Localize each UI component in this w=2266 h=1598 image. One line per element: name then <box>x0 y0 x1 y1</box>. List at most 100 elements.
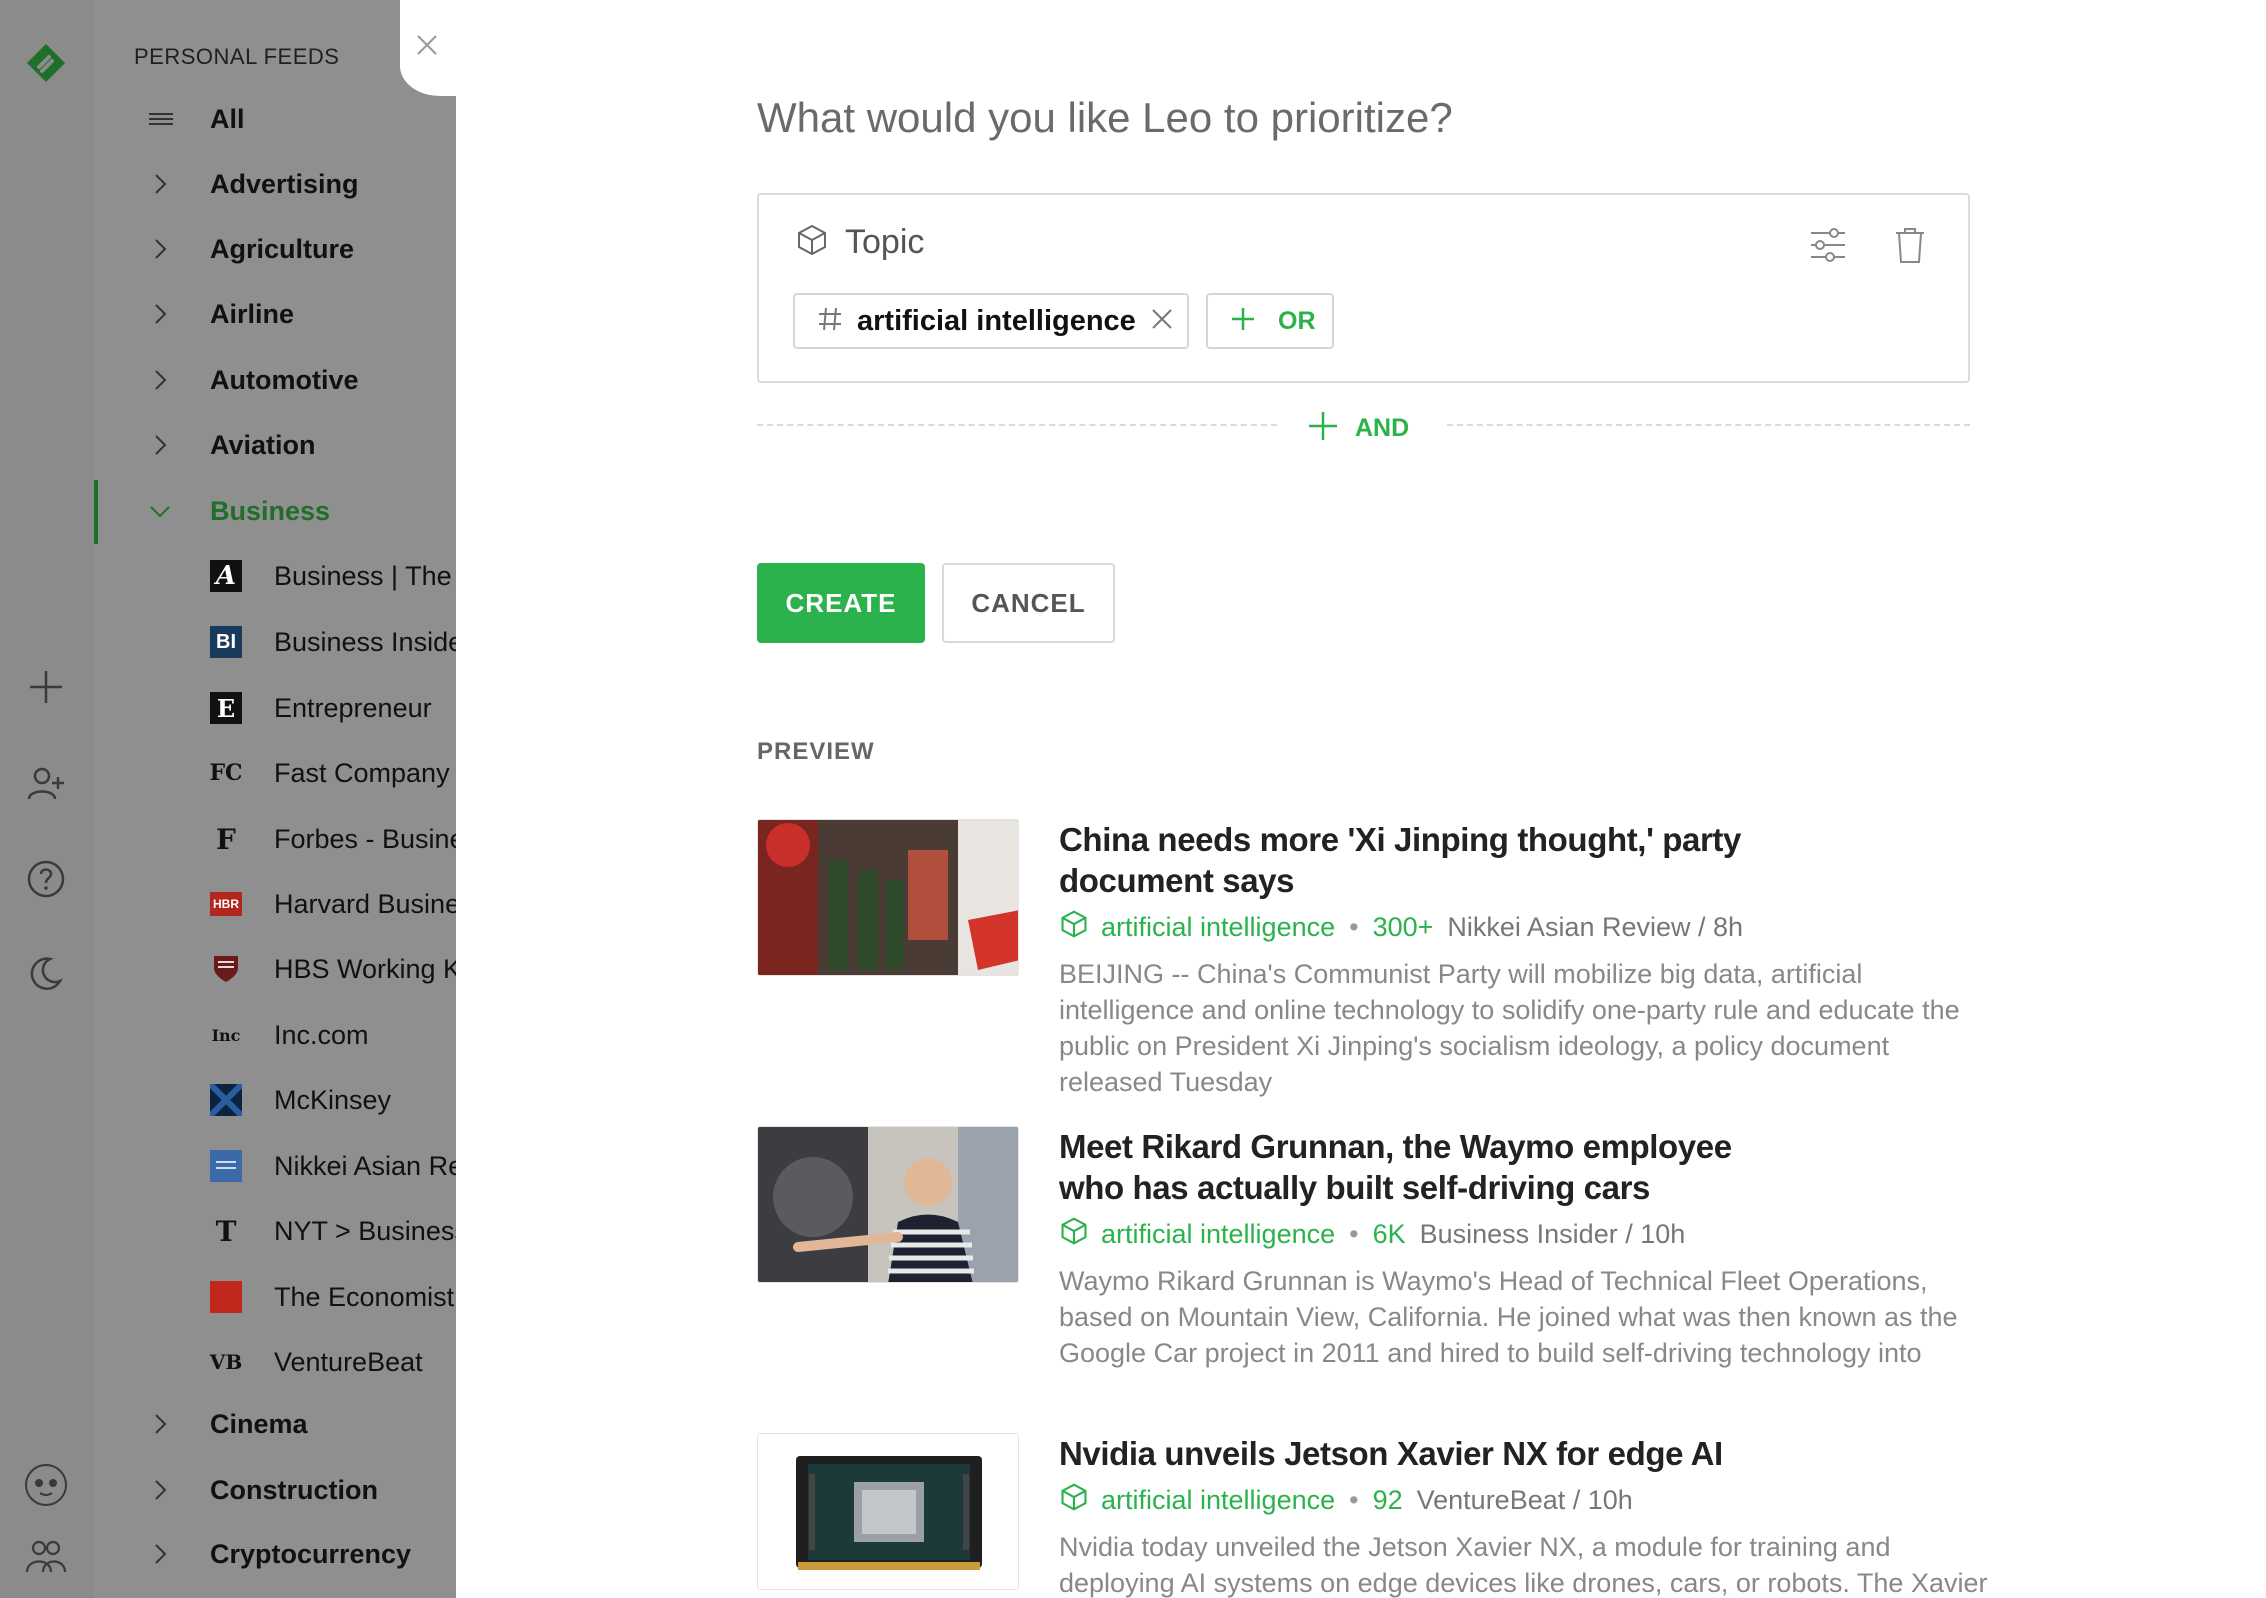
sidebar-item-advertising[interactable]: Advertising <box>94 159 456 209</box>
economist-logo-icon <box>210 1281 242 1313</box>
nikkei-logo-icon <box>210 1150 242 1182</box>
article-summary: Nvidia today unveiled the Jetson Xavier … <box>1059 1532 1988 1598</box>
and-label: AND <box>1355 414 1410 442</box>
moon-icon[interactable] <box>23 950 69 996</box>
sidebar-item-label: Automotive <box>210 364 359 395</box>
sidebar-item-agriculture[interactable]: Agriculture <box>94 224 456 274</box>
feedly-logo-icon[interactable] <box>23 40 69 86</box>
cube-icon <box>1059 909 1089 946</box>
sidebar-item-airline[interactable]: Airline <box>94 289 456 339</box>
team-icon[interactable] <box>23 1534 69 1580</box>
leo-icon[interactable] <box>23 1462 69 1508</box>
feed-item-venturebeat[interactable]: VB VentureBeat <box>94 1337 456 1387</box>
chevron-right-icon[interactable] <box>148 237 172 261</box>
feed-item-nikkei[interactable]: Nikkei Asian Review <box>94 1141 456 1191</box>
remove-chip-icon[interactable] <box>1150 307 1174 336</box>
article-thumbnail[interactable] <box>757 1126 1019 1283</box>
separator-dot: • <box>1349 1219 1359 1249</box>
feed-item-label: Nikkei Asian Review <box>274 1151 456 1181</box>
feed-item-inc[interactable]: Inc Inc.com <box>94 1010 456 1060</box>
article-title[interactable]: Meet Rikard Grunnan, the Waymo employee … <box>1059 1126 1779 1208</box>
close-icon[interactable] <box>412 30 442 60</box>
plus-icon[interactable] <box>23 664 69 710</box>
hbr-logo-icon: HBR <box>210 892 242 916</box>
article-topic[interactable]: artificial intelligence <box>1101 1219 1335 1250</box>
feed-item-the-atlantic[interactable]: A Business | The Atlantic <box>94 551 456 601</box>
feed-item-hbs[interactable]: HBS Working Knowledge <box>94 944 456 994</box>
help-icon[interactable] <box>23 856 69 902</box>
chevron-right-icon[interactable] <box>148 1412 172 1436</box>
topic-rule-box: Topic artificial intelligence OR <box>757 193 1970 383</box>
feed-item-label: McKinsey <box>274 1085 392 1115</box>
sidebar-item-label: All <box>210 103 245 134</box>
topic-chip-label: artificial intelligence <box>857 304 1136 337</box>
engagement-count: 300+ <box>1372 912 1434 942</box>
feed-item-economist[interactable]: The Economist <box>94 1272 456 1322</box>
priority-dialog: What would you like Leo to prioritize? T… <box>456 0 2266 1598</box>
divider <box>757 424 1277 426</box>
sidebar-item-automotive[interactable]: Automotive <box>94 355 456 405</box>
article-title[interactable]: China needs more 'Xi Jinping thought,' p… <box>1059 819 1779 901</box>
article-title[interactable]: Nvidia unveils Jetson Xavier NX for edge… <box>1059 1433 1819 1474</box>
sidebar-item-business[interactable]: Business <box>94 486 456 536</box>
feed-item-label: Fast Company <box>274 758 450 788</box>
sidebar-item-cryptocurrency[interactable]: Cryptocurrency <box>94 1529 456 1579</box>
feeds-sidebar: PERSONAL FEEDS All Advertising Agricultu… <box>94 0 456 1598</box>
article-topic[interactable]: artificial intelligence <box>1101 912 1335 943</box>
feed-item-fast-company[interactable]: FC Fast Company <box>94 748 456 798</box>
feed-item-forbes[interactable]: F Forbes - Business <box>94 814 456 864</box>
nyt-logo-icon: T <box>215 1214 237 1248</box>
chevron-down-icon[interactable] <box>148 499 172 523</box>
create-button[interactable]: CREATE <box>757 563 925 643</box>
sidebar-item-label: Construction <box>210 1474 378 1505</box>
feed-item-entrepreneur[interactable]: E Entrepreneur <box>94 683 456 733</box>
feed-item-hbr[interactable]: HBR Harvard Business Review <box>94 879 456 929</box>
chevron-right-icon[interactable] <box>148 302 172 326</box>
article-thumbnail[interactable] <box>757 1433 1019 1590</box>
feed-item-label: Entrepreneur <box>274 693 432 723</box>
filter-settings-icon[interactable] <box>1808 225 1848 270</box>
sidebar-item-label: Airline <box>210 298 295 329</box>
feed-item-label: VentureBeat <box>274 1347 423 1377</box>
chevron-right-icon[interactable] <box>148 368 172 392</box>
chevron-right-icon[interactable] <box>148 1478 172 1502</box>
hashtag-icon <box>817 306 843 337</box>
sidebar-item-construction[interactable]: Construction <box>94 1465 456 1515</box>
cancel-button[interactable]: CANCEL <box>942 563 1115 643</box>
menu-icon <box>148 107 173 131</box>
or-button[interactable]: OR <box>1206 293 1334 349</box>
feed-item-label: Business | The Atlantic <box>274 561 456 591</box>
sidebar-item-label: Business <box>210 495 331 526</box>
chevron-right-icon[interactable] <box>148 172 172 196</box>
sidebar-item-aviation[interactable]: Aviation <box>94 420 456 470</box>
and-button[interactable]: AND <box>1307 410 1409 447</box>
fast-company-logo-icon: FC <box>209 760 243 786</box>
plus-icon <box>1307 410 1339 447</box>
trash-icon[interactable] <box>1892 225 1928 270</box>
topic-chip[interactable]: artificial intelligence <box>793 293 1189 349</box>
chevron-right-icon[interactable] <box>148 433 172 457</box>
chevron-right-icon[interactable] <box>148 1542 172 1566</box>
article-thumbnail[interactable] <box>757 819 1019 976</box>
sidebar-item-cinema[interactable]: Cinema <box>94 1399 456 1449</box>
article-source[interactable]: Nikkei Asian Review / 8h <box>1447 912 1743 943</box>
engagement-count: 6K <box>1372 1219 1406 1249</box>
icon-rail <box>0 0 94 1598</box>
article-summary: Waymo Rikard Grunnan is Waymo's Head of … <box>1059 1266 1958 1368</box>
article-source[interactable]: Business Insider / 10h <box>1420 1219 1686 1250</box>
article-summary: BEIJING -- China's Communist Party will … <box>1059 959 1960 1097</box>
and-separator: AND <box>757 410 1970 450</box>
sidebar-item-all[interactable]: All <box>94 94 456 144</box>
feed-item-business-insider[interactable]: BI Business Insider <box>94 617 456 667</box>
atlantic-logo-icon: A <box>210 560 242 592</box>
article-topic[interactable]: artificial intelligence <box>1101 1485 1335 1516</box>
article-source[interactable]: VentureBeat / 10h <box>1417 1485 1633 1516</box>
feed-item-mckinsey[interactable]: McKinsey <box>94 1075 456 1125</box>
preview-heading: PREVIEW <box>757 738 875 765</box>
engagement-count: 92 <box>1372 1485 1403 1515</box>
topic-header: Topic <box>795 223 924 262</box>
separator-dot: • <box>1349 1485 1359 1515</box>
feed-item-label: HBS Working Knowledge <box>274 954 456 984</box>
add-user-icon[interactable] <box>23 760 69 806</box>
feed-item-nyt[interactable]: T NYT > Business <box>94 1206 456 1256</box>
